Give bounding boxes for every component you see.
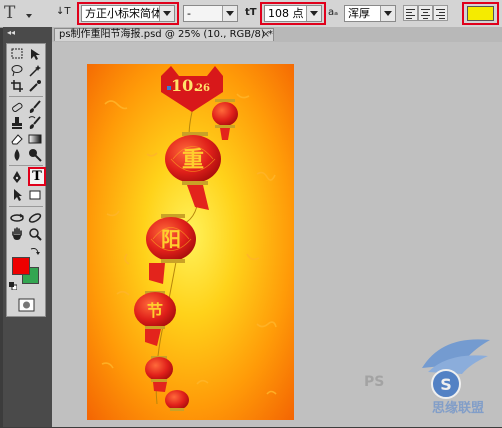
align-center-button[interactable]: [418, 5, 433, 21]
anti-alias-icon: aₐ: [328, 7, 339, 18]
lantern-char-2: 阳: [161, 227, 181, 251]
lantern-char-3: 节: [147, 301, 163, 320]
path-selection-tool-icon[interactable]: [10, 188, 25, 202]
font-size-icon: tT: [245, 7, 257, 18]
font-size-select[interactable]: 108 点: [264, 5, 322, 22]
text-orientation-icon[interactable]: ↓T: [56, 6, 72, 20]
lantern-char-1: 重: [182, 147, 204, 173]
align-right-button[interactable]: [433, 5, 448, 21]
text-color-swatch[interactable]: [467, 6, 494, 21]
tool-divider: [9, 206, 43, 207]
history-brush-tool-icon[interactable]: [28, 116, 43, 130]
type-tool-button[interactable]: T: [28, 167, 46, 186]
lasso-tool-icon[interactable]: [10, 63, 25, 77]
tools-panel: T: [6, 43, 46, 317]
eraser-tool-icon[interactable]: [10, 132, 25, 146]
font-style-value: -: [187, 7, 191, 20]
svg-text:思缘联盟: 思缘联盟: [432, 400, 484, 416]
watermark-logo: S PS 思缘联盟: [362, 330, 500, 425]
marquee-tool-icon[interactable]: [10, 47, 25, 61]
rectangle-tool-icon[interactable]: [28, 188, 43, 202]
zoom-tool-icon[interactable]: [28, 227, 43, 241]
hand-tool-icon[interactable]: [10, 227, 25, 241]
svg-text:S: S: [440, 375, 452, 394]
chevron-down-icon: [159, 6, 174, 21]
tool-divider: [9, 165, 43, 166]
anti-alias-select[interactable]: 浑厚: [344, 5, 396, 22]
eyedropper-tool-icon[interactable]: [28, 79, 43, 93]
dodge-tool-icon[interactable]: [28, 148, 43, 162]
3d-orbit-tool-icon[interactable]: [28, 211, 43, 225]
anti-alias-value: 浑厚: [348, 7, 370, 20]
document-tab-title: ps制作重阳节海报.psd @ 25% (10., RGB/8) *: [59, 29, 273, 40]
align-left-button[interactable]: [403, 5, 418, 21]
magic-wand-tool-icon[interactable]: [28, 63, 43, 77]
font-family-value: 方正小标宋简体: [85, 7, 162, 20]
swap-colors-icon[interactable]: [29, 246, 41, 256]
poster-date-small: 26: [196, 83, 210, 94]
chevron-down-icon: [380, 6, 395, 21]
collapse-panel-icon[interactable]: ◂◂: [7, 28, 15, 37]
move-tool-icon[interactable]: [28, 47, 43, 61]
brush-tool-icon[interactable]: [28, 100, 43, 114]
poster-canvas[interactable]: 10. 26 重 阳 节: [87, 64, 294, 420]
font-family-select[interactable]: 方正小标宋简体: [81, 5, 175, 22]
pen-tool-icon[interactable]: [10, 170, 25, 184]
default-colors-icon[interactable]: [9, 280, 18, 291]
poster-date-main: 10.: [171, 76, 199, 95]
quick-mask-icon[interactable]: [18, 298, 35, 312]
type-tool-preset-icon[interactable]: T: [4, 3, 26, 23]
gradient-tool-icon[interactable]: [28, 132, 43, 146]
options-bar: T ↓T 方正小标宋简体 - tT 108 点 aₐ 浑厚: [0, 0, 502, 28]
tool-divider: [9, 96, 43, 97]
close-tab-icon[interactable]: ×: [262, 29, 270, 41]
crop-tool-icon[interactable]: [10, 79, 25, 93]
healing-brush-tool-icon[interactable]: [10, 100, 25, 114]
blur-tool-icon[interactable]: [10, 148, 25, 162]
document-tab[interactable]: ps制作重阳节海报.psd @ 25% (10., RGB/8) * ×: [54, 28, 274, 41]
foreground-color-swatch[interactable]: [12, 257, 30, 275]
font-style-select[interactable]: -: [183, 5, 238, 22]
document-tab-bar: ps制作重阳节海报.psd @ 25% (10., RGB/8) * ×: [52, 27, 502, 42]
svg-text:PS: PS: [364, 374, 384, 390]
chevron-down-icon: [306, 6, 321, 21]
font-size-value: 108 点: [268, 7, 304, 20]
chevron-down-icon: [222, 6, 237, 21]
3d-rotate-tool-icon[interactable]: [10, 211, 25, 225]
preset-dropdown-arrow-icon[interactable]: [26, 9, 32, 18]
clone-stamp-tool-icon[interactable]: [10, 116, 25, 130]
